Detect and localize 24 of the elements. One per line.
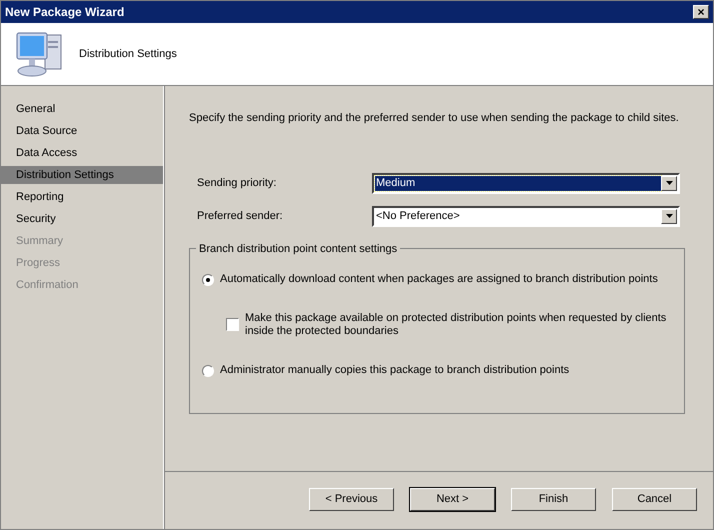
page-title: Distribution Settings xyxy=(79,46,177,62)
window-title: New Package Wizard xyxy=(5,4,124,21)
wizard-button[interactable]: Finish xyxy=(511,488,596,511)
close-button[interactable]: × xyxy=(693,5,709,19)
radio-button[interactable] xyxy=(202,364,214,376)
checkbox[interactable] xyxy=(226,318,239,330)
dropdown[interactable]: Medium xyxy=(372,172,680,194)
field-label: Sending priority: xyxy=(197,176,278,191)
option-label: Administrator manually copies this package to branch distribution points xyxy=(220,364,570,376)
sidebar-item[interactable]: Data Access xyxy=(1,144,163,162)
wizard-button[interactable]: Cancel xyxy=(612,488,697,511)
dropdown[interactable]: <No Preference> xyxy=(372,206,680,226)
instructions-text: Specify the sending priority and the preferred sender to use when sending the package to child sites. xyxy=(189,111,680,126)
option-label: Automatically download content when packages are assigned to branch distribution points xyxy=(220,272,658,286)
radio-button[interactable] xyxy=(202,274,214,286)
sidebar-item[interactable]: Reporting xyxy=(1,188,163,206)
field-label: Preferred sender: xyxy=(197,208,284,224)
wizard-button[interactable]: Next > xyxy=(410,488,495,511)
wizard-button[interactable]: < Previous xyxy=(309,488,394,511)
sidebar-item[interactable]: Data Source xyxy=(1,122,163,140)
sidebar-item[interactable]: Security xyxy=(1,210,163,228)
option-label: Make this package available on protected distribution points when requested by clients inside the protected boundaries xyxy=(245,312,668,338)
sidebar-item[interactable]: General xyxy=(1,100,163,118)
sidebar-item[interactable]: Distribution Settings xyxy=(1,166,163,184)
